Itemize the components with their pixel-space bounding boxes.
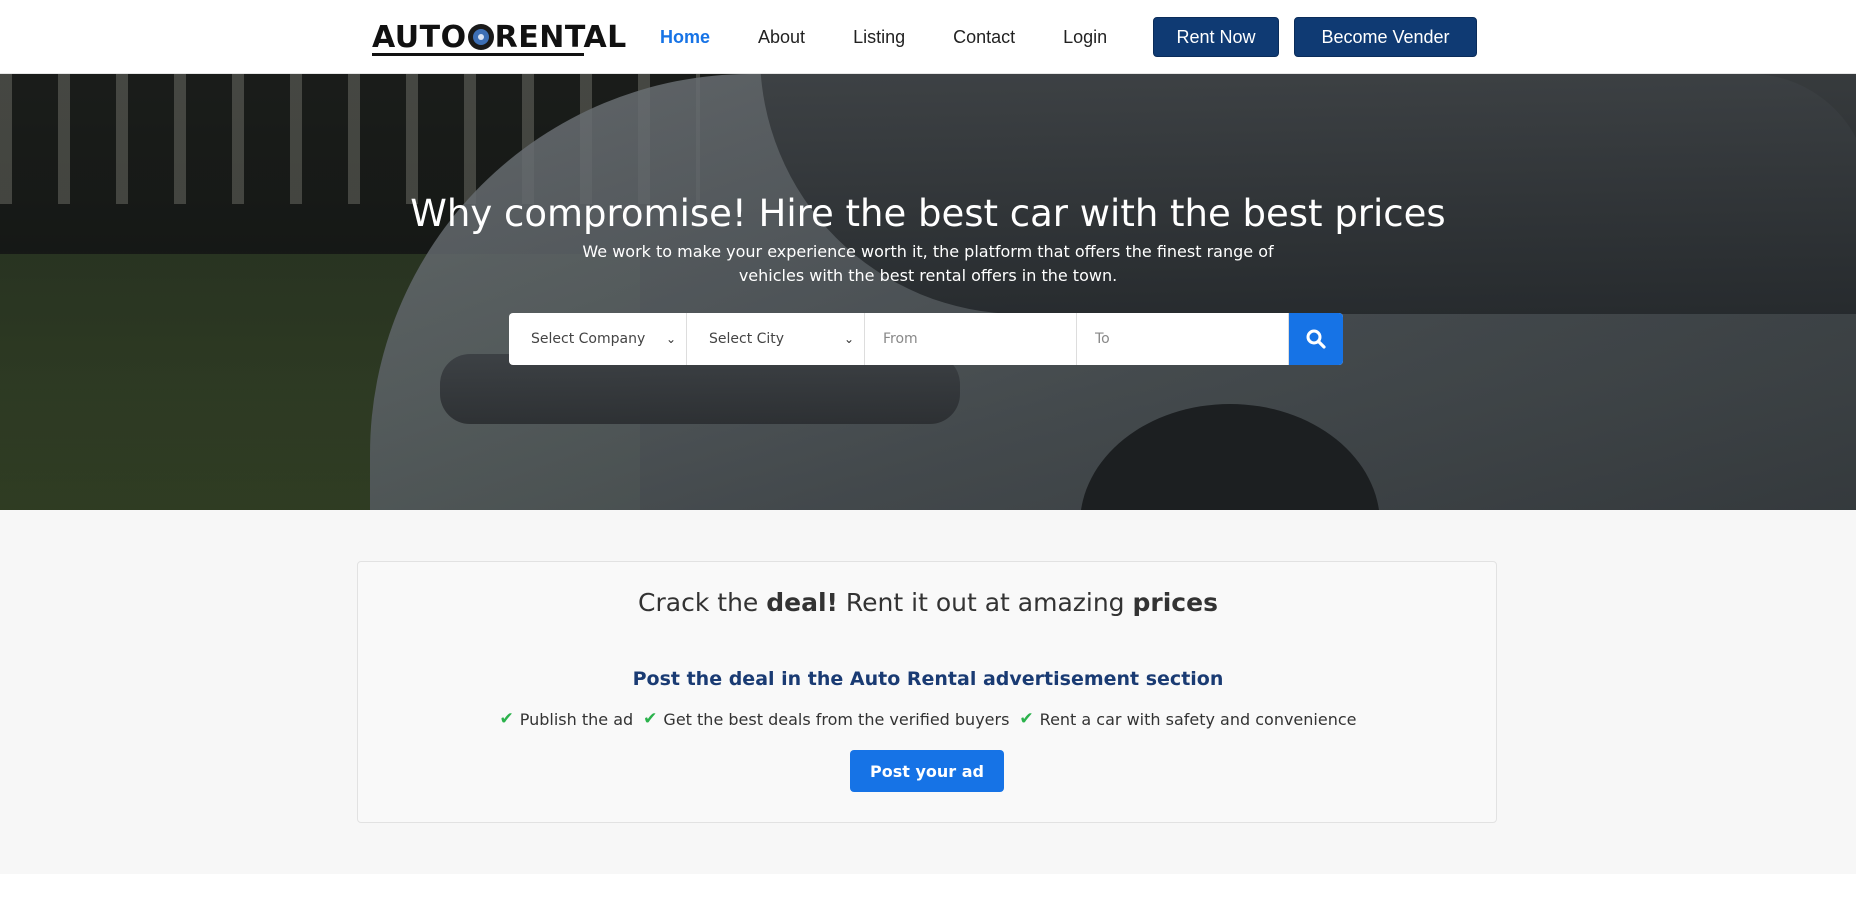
post-ad-button[interactable]: Post your ad <box>850 750 1004 792</box>
chevron-down-icon: ⌄ <box>843 332 854 346</box>
deal-subheading-part: advertisement section <box>976 668 1224 690</box>
nav-listing[interactable]: Listing <box>853 27 905 48</box>
search-bar: Select Company ⌄ Select City ⌄ <box>509 313 1343 365</box>
hero-banner: Why compromise! Hire the best car with t… <box>0 74 1856 510</box>
search-button[interactable] <box>1289 313 1343 365</box>
deal-card: Crack the deal! Rent it out at amazing p… <box>357 561 1497 823</box>
deal-heading: Crack the deal! Rent it out at amazing p… <box>358 588 1498 617</box>
logo-underline <box>372 53 584 56</box>
company-select-value: Select Company <box>531 331 646 347</box>
deal-subheading-brand: Auto Rental <box>849 668 977 690</box>
search-icon <box>1306 329 1326 349</box>
nav-home[interactable]: Home <box>660 27 710 48</box>
brand-logo[interactable]: AUTO RENTAL <box>372 19 627 56</box>
hero-subtitle: We work to make your experience worth it… <box>582 242 1274 285</box>
deal-heading-part: Rent it out at amazing <box>837 588 1133 617</box>
logo-text-auto: AUTO <box>372 19 467 55</box>
check-icon: ✔ <box>1019 709 1034 729</box>
deal-heading-bold: deal! <box>766 588 838 617</box>
chevron-down-icon: ⌄ <box>665 332 676 346</box>
from-date-input[interactable] <box>865 313 1077 365</box>
deal-heading-bold: prices <box>1132 588 1218 617</box>
company-select[interactable]: Select Company ⌄ <box>509 313 687 365</box>
logo-text-rental: RENTAL <box>494 19 627 55</box>
site-header: AUTO RENTAL Home About Listing Contact L… <box>0 0 1856 74</box>
main-nav: Home About Listing Contact Login <box>660 0 1155 74</box>
deal-subheading-part: Post the deal in the <box>632 668 850 690</box>
feature-text: Get the best deals from the verified buy… <box>663 709 1010 729</box>
to-date-input[interactable] <box>1077 313 1289 365</box>
deal-heading-part: Crack the <box>638 588 767 617</box>
hero-title: Why compromise! Hire the best car with t… <box>410 192 1446 235</box>
feature-text: Rent a car with safety and convenience <box>1039 709 1357 729</box>
rent-now-button[interactable]: Rent Now <box>1153 17 1279 57</box>
city-select-value: Select City <box>709 331 785 347</box>
nav-contact[interactable]: Contact <box>953 27 1015 48</box>
deal-subheading: Post the deal in the Auto Rental adverti… <box>358 668 1498 690</box>
city-select[interactable]: Select City ⌄ <box>687 313 865 365</box>
feature-text: Publish the ad <box>519 709 634 729</box>
feature-list: ✔ Publish the ad ✔ Get the best deals fr… <box>358 709 1498 729</box>
become-vendor-button[interactable]: Become Vender <box>1294 17 1477 57</box>
feature-item: ✔ Publish the ad <box>500 709 634 729</box>
nav-login[interactable]: Login <box>1063 27 1107 48</box>
feature-item: ✔ Get the best deals from the verified b… <box>643 709 1009 729</box>
wheel-icon <box>467 24 494 50</box>
feature-item: ✔ Rent a car with safety and convenience <box>1019 709 1356 729</box>
check-icon: ✔ <box>499 709 514 729</box>
check-icon: ✔ <box>643 709 658 729</box>
nav-about[interactable]: About <box>758 27 805 48</box>
deal-section: Crack the deal! Rent it out at amazing p… <box>0 510 1856 874</box>
